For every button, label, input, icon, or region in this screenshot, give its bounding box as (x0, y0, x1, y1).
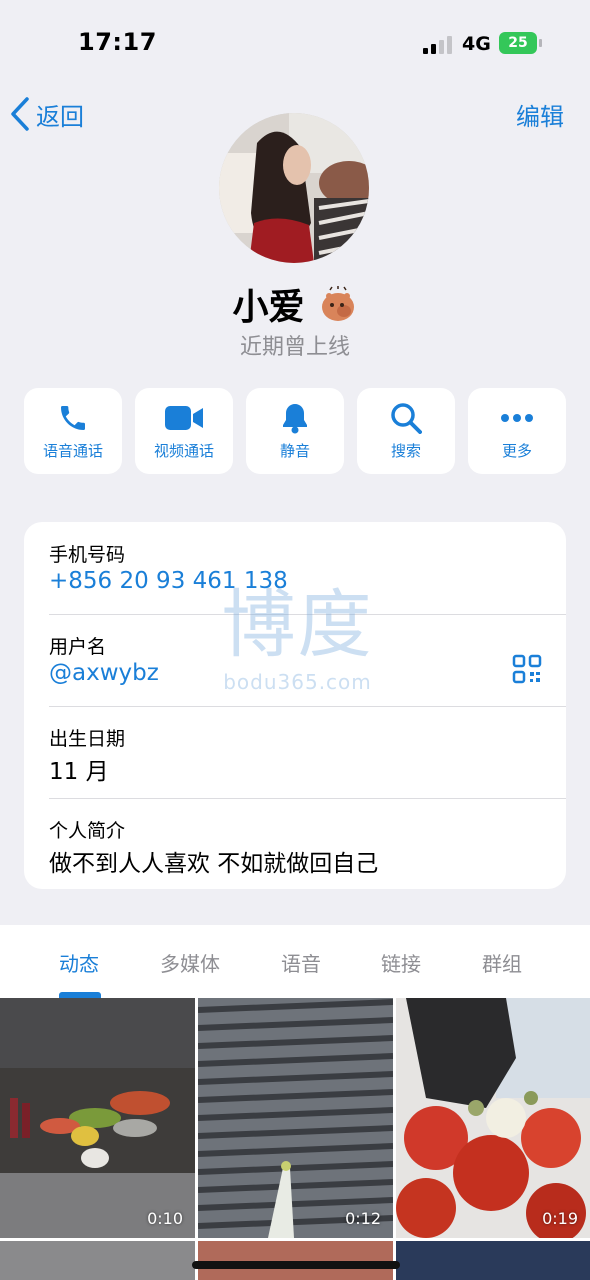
username-row[interactable]: 用户名 @axwybz (24, 614, 566, 706)
status-time: 17:17 (78, 28, 157, 56)
back-label: 返回 (36, 102, 84, 131)
avatar-photo (219, 113, 369, 263)
home-indicator[interactable] (192, 1261, 400, 1269)
search-button[interactable]: 搜索 (357, 388, 455, 474)
mute-label: 静音 (279, 441, 310, 460)
info-card: 手机号码 +856 20 93 461 138 用户名 @axwybz 出生日期… (24, 522, 566, 889)
bio-label: 个人简介 (49, 820, 126, 842)
voice-call-label: 语音通话 (42, 441, 103, 460)
food-table-thumbnail (0, 998, 195, 1238)
profile-name-row: 小爱 (0, 278, 590, 330)
phone-label: 手机号码 (49, 544, 126, 566)
search-label: 搜索 (390, 441, 421, 460)
tab-posts[interactable]: 动态 (59, 948, 99, 977)
video-call-label: 视频通话 (153, 441, 214, 460)
video-camera-icon (165, 402, 203, 434)
username-value[interactable]: @axwybz (49, 660, 159, 686)
video-call-button[interactable]: 视频通话 (135, 388, 233, 474)
media-duration: 0:19 (542, 1209, 578, 1228)
media-tabs: 动态 多媒体 语音 链接 群组 (0, 925, 590, 998)
more-icon (500, 402, 534, 434)
tab-voice[interactable]: 语音 (281, 948, 321, 977)
network-type: 4G (462, 33, 491, 55)
battery-icon: 25 (499, 32, 537, 54)
back-button[interactable]: 返回 (10, 94, 84, 134)
phone-row[interactable]: 手机号码 +856 20 93 461 138 (24, 522, 566, 614)
search-icon (390, 402, 422, 434)
status-bar: 17:17 4G 25 (0, 0, 590, 80)
profile-name: 小爱 (232, 287, 305, 328)
media-thumbnail[interactable]: 0:19 (396, 998, 590, 1238)
media-duration: 0:10 (147, 1209, 183, 1228)
media-thumbnail[interactable]: 0:12 (198, 998, 393, 1238)
birthday-value: 11 月 (49, 759, 109, 785)
media-duration: 0:12 (345, 1209, 381, 1228)
edit-button[interactable]: 编辑 (516, 97, 564, 132)
last-seen-status: 近期曾上线 (239, 335, 350, 360)
mute-button[interactable]: 静音 (246, 388, 344, 474)
media-thumbnail[interactable]: 0:10 (0, 998, 195, 1238)
media-grid: 0:10 0:12 0:19 (0, 998, 590, 1280)
bell-icon (280, 402, 310, 434)
birthday-label: 出生日期 (49, 728, 126, 750)
chevron-left-icon (11, 97, 29, 131)
tab-links[interactable]: 链接 (381, 948, 421, 977)
username-label: 用户名 (49, 636, 107, 658)
voice-call-button[interactable]: 语音通话 (24, 388, 122, 474)
boardwalk-thumbnail (198, 998, 393, 1238)
media-thumbnail[interactable] (0, 1241, 195, 1280)
tab-media[interactable]: 多媒体 (160, 948, 220, 977)
birthday-row: 出生日期 11 月 (24, 706, 566, 798)
tab-groups[interactable]: 群组 (482, 948, 522, 977)
avatar[interactable] (219, 113, 369, 263)
media-thumbnail[interactable] (396, 1241, 590, 1280)
action-buttons: 语音通话 视频通话 静音 搜索 更多 (24, 388, 566, 474)
phone-number[interactable]: +856 20 93 461 138 (49, 568, 288, 594)
qr-code-icon[interactable] (512, 654, 542, 684)
signal-icon (423, 34, 453, 54)
more-label: 更多 (501, 441, 532, 460)
flowers-thumbnail (396, 998, 590, 1238)
more-button[interactable]: 更多 (468, 388, 566, 474)
battery-cap (539, 39, 542, 47)
battery-level: 25 (508, 35, 528, 51)
phone-icon (57, 402, 89, 434)
bio-value: 做不到人人喜欢 不如就做回自己 (49, 851, 379, 877)
capybara-emoji-icon (321, 286, 354, 321)
bio-row: 个人简介 做不到人人喜欢 不如就做回自己 (24, 798, 566, 889)
